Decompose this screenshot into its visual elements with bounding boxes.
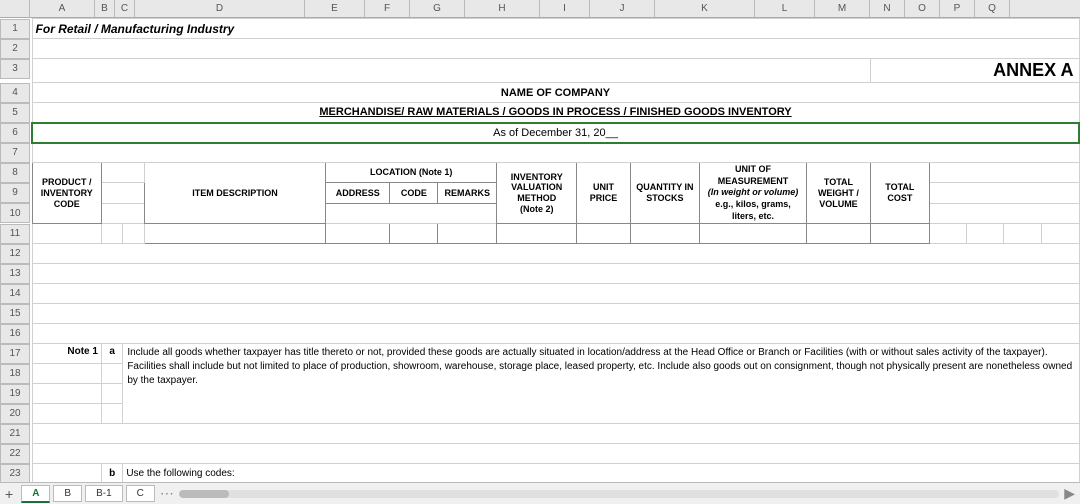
top-left-corner [0, 0, 30, 18]
col-header-p[interactable]: P [940, 0, 975, 17]
col-header-d[interactable]: D [135, 0, 305, 17]
col-header-k[interactable]: K [655, 0, 755, 17]
note1b-label: b [101, 464, 122, 482]
annex-label: ANNEX A [870, 59, 1079, 83]
header-uom: UNIT OFMEASUREMENT(In weight or volume)e… [700, 163, 807, 224]
dots-icon: ⋯ [160, 485, 174, 502]
row-1: 1 For Retail / Manufacturing Industry [0, 19, 1079, 39]
header-remarks: REMARKS [438, 183, 497, 203]
tab-b1[interactable]: B-1 [85, 485, 123, 502]
note1a-label: a [101, 344, 122, 364]
header-code: CODE [390, 183, 438, 203]
row-3: 3 ANNEX A [0, 59, 1079, 83]
col-header-m[interactable]: M [815, 0, 870, 17]
col-header-g[interactable]: G [410, 0, 465, 17]
row-2: 2 [0, 39, 1079, 59]
col-header-o[interactable]: O [905, 0, 940, 17]
col-header-c[interactable]: C [115, 0, 135, 17]
col-header-q[interactable]: Q [975, 0, 1010, 17]
row-14: 14 [0, 284, 1079, 304]
tab-a[interactable]: A [21, 485, 50, 503]
note1a-text: Include all goods whether taxpayer has t… [123, 344, 1079, 424]
row-21: 21 [0, 424, 1079, 444]
row-16: 16 [0, 324, 1079, 344]
spreadsheet-app: A B C D E F G H I J K L M N O P Q [0, 0, 1080, 504]
col-header-n[interactable]: N [870, 0, 905, 17]
note1-label: Note 1 [32, 344, 101, 364]
row-22: 22 [0, 444, 1079, 464]
row-11: 11 [0, 224, 1079, 244]
header-total-cost: TOTALCOST [870, 163, 929, 224]
col-header-i[interactable]: I [540, 0, 590, 17]
row-23: 23 b Use the following codes: [0, 464, 1079, 482]
inventory-title: MERCHANDISE/ RAW MATERIALS / GOODS IN PR… [32, 103, 1079, 123]
header-unit-price: UNITPRICE [577, 163, 630, 224]
col-header-j[interactable]: J [590, 0, 655, 17]
title-cell: For Retail / Manufacturing Industry [32, 19, 1079, 39]
col-header-b[interactable]: B [95, 0, 115, 17]
header-qty-stocks: QUANTITY INSTOCKS [630, 163, 699, 224]
row-4: 4 NAME OF COMPANY [0, 83, 1079, 103]
row-12: 12 [0, 244, 1079, 264]
header-total-weight: TOTALWEIGHT /VOLUME [806, 163, 870, 224]
bottom-bar: + A B B-1 C ⋯ ▶ [0, 482, 1080, 504]
add-sheet-icon[interactable]: + [0, 486, 18, 502]
tab-b[interactable]: B [53, 485, 82, 502]
company-name-label: NAME OF COMPANY [32, 83, 1079, 103]
header-item-desc: ITEM DESCRIPTION [144, 163, 326, 224]
header-product-code: PRODUCT /INVENTORY CODE [32, 163, 101, 224]
row-13: 13 [0, 264, 1079, 284]
date-label[interactable]: As of December 31, 20__ [32, 123, 1079, 143]
header-location: LOCATION (Note 1) [326, 163, 497, 183]
col-header-l[interactable]: L [755, 0, 815, 17]
scroll-right-icon[interactable]: ▶ [1064, 485, 1075, 502]
row-17: 17 Note 1 a Include all goods whether ta… [0, 344, 1079, 364]
scrollbar-thumb-h[interactable] [179, 490, 229, 498]
row-6: 6 As of December 31, 20__ [0, 123, 1079, 143]
row-7: 7 [0, 143, 1079, 163]
col-header-f[interactable]: F [365, 0, 410, 17]
main-grid: 1 For Retail / Manufacturing Industry 2 … [0, 18, 1080, 482]
row-15: 15 [0, 304, 1079, 324]
tab-c[interactable]: C [126, 485, 155, 502]
col-header-e[interactable]: E [305, 0, 365, 17]
column-headers: A B C D E F G H I J K L M N O P Q [0, 0, 1080, 18]
col-header-a[interactable]: A [30, 0, 95, 17]
note1b-text: Use the following codes: [123, 464, 1079, 482]
row-8: 8 PRODUCT /INVENTORY CODE ITEM DESCRIPTI… [0, 163, 1079, 183]
row-5: 5 MERCHANDISE/ RAW MATERIALS / GOODS IN … [0, 103, 1079, 123]
col-header-h[interactable]: H [465, 0, 540, 17]
header-inv-val: INVENTORYVALUATIONMETHOD(Note 2) [497, 163, 577, 224]
header-address: ADDRESS [326, 183, 390, 203]
